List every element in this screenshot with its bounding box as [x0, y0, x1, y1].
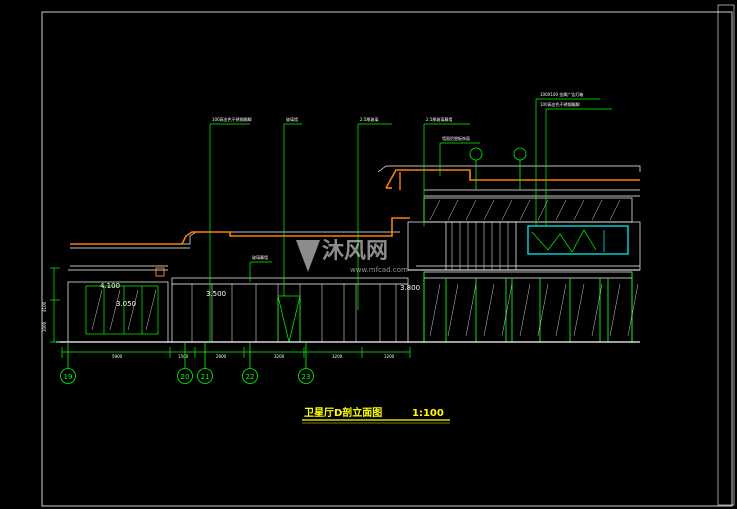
watermark: 沐风网 www.mfcad.com	[296, 239, 408, 274]
annotation-text: 玻璃墙	[286, 116, 298, 122]
door	[277, 295, 301, 343]
drawing-line	[447, 199, 459, 221]
drawing-line	[573, 283, 585, 337]
drawing-line	[447, 283, 459, 337]
annotation-text: 墙面铝塑板饰面	[442, 135, 470, 141]
drawing-line	[127, 289, 139, 331]
drawing-title: 卫星厅D剖立面图	[304, 406, 382, 419]
drawing-line	[91, 289, 103, 331]
drawing-line	[519, 283, 531, 337]
drawing-line	[537, 199, 549, 221]
drawing-line	[429, 283, 441, 337]
elevation-label: 4.100	[100, 282, 120, 290]
drawing-line	[483, 283, 495, 337]
axis-label: 22	[246, 373, 255, 381]
dimension-text: 2900	[216, 354, 227, 359]
drawing-line	[109, 289, 121, 331]
watermark-url: www.mfcad.com	[350, 266, 408, 274]
frame-strip	[717, 4, 735, 506]
watermark-logo-icon	[296, 240, 320, 272]
vertical-dim-text: 1000	[42, 321, 47, 332]
drawing-line	[591, 199, 603, 221]
drawing-line	[627, 283, 639, 337]
elevation-label: 3.050	[116, 300, 136, 308]
drawing-line	[555, 199, 567, 221]
drawing-line	[145, 289, 157, 331]
axis-label: 19	[64, 373, 73, 381]
drawing-line	[429, 199, 441, 221]
annotation-text: 2.5厚玻璃	[360, 116, 378, 122]
dimension-text: 1500	[178, 354, 189, 359]
axis-label: 21	[201, 373, 210, 381]
roof-drain	[155, 267, 165, 277]
drawing-line	[591, 283, 603, 337]
drawing-line	[537, 283, 549, 337]
top-axis-bubbles	[469, 147, 527, 190]
elevation-drawing: 100高金色不锈钢踢脚 玻璃墙 2.5厚玻璃 2.5厚玻璃幕墙 墙面铝塑板饰面 …	[41, 4, 735, 507]
vertical-dim-text: 4100	[42, 301, 47, 312]
vertical-dimension	[50, 267, 60, 343]
drawing-line	[501, 283, 513, 337]
annotation-text: 100X100 金属广告灯箱	[540, 91, 583, 97]
drawing-line	[519, 199, 531, 221]
dimension-text: 1200	[384, 354, 395, 359]
dimension-text: 5900	[112, 354, 123, 359]
drawing-line	[483, 199, 495, 221]
drawing-line	[465, 199, 477, 221]
drawing-line	[501, 199, 513, 221]
elevation-label: 3.500	[206, 290, 226, 298]
axis-label: 20	[181, 373, 190, 381]
signboard	[527, 225, 629, 255]
drawing-line	[465, 283, 477, 337]
drawing-line	[573, 199, 585, 221]
right-block	[377, 165, 641, 343]
dimension-text: 3200	[332, 354, 343, 359]
drawing-line	[555, 283, 567, 337]
dimension-text: 3200	[274, 354, 285, 359]
drawing-line	[609, 199, 621, 221]
drawing-line	[609, 283, 621, 337]
middle-wall	[171, 277, 409, 343]
annotation-leaders	[209, 98, 612, 342]
left-wing-body	[67, 281, 169, 343]
annotation-text: 100高金色不锈钢踢脚	[540, 101, 580, 107]
annotation-text: 100高金色不锈钢踢脚	[212, 116, 252, 122]
drawing-scale: 1:100	[412, 408, 444, 419]
watermark-text: 沐风网	[322, 239, 388, 264]
middle-wall-body	[171, 277, 409, 343]
annotation-text: 2.5厚玻璃幕墙	[426, 116, 452, 122]
axis-label: 23	[302, 373, 311, 381]
elevation-label: 3.800	[400, 284, 420, 292]
annotation-text: 玻璃幕墙	[252, 254, 268, 260]
